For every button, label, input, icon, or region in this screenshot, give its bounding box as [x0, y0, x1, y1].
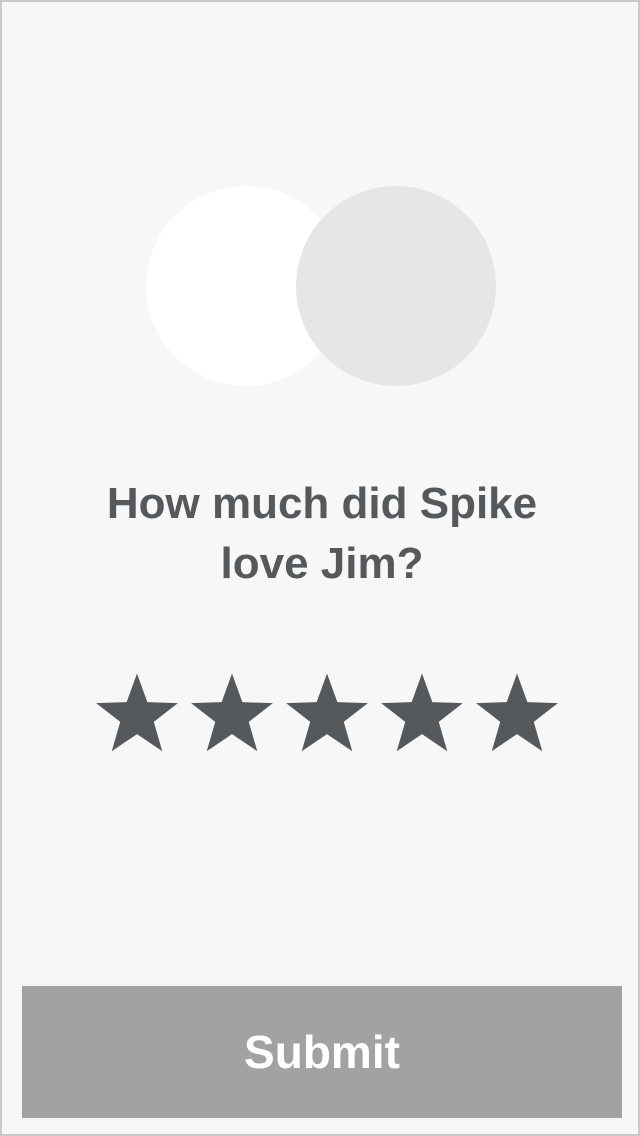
star-2-star-icon[interactable]: [189, 670, 275, 756]
avatar-jim: [296, 186, 496, 386]
rating-screen: How much did Spike love Jim? Submit: [0, 0, 640, 1136]
rating-question: How much did Spike love Jim?: [62, 474, 582, 594]
star-3-star-icon[interactable]: [284, 670, 370, 756]
star-1-star-icon[interactable]: [94, 670, 180, 756]
star-5-star-icon[interactable]: [474, 670, 560, 756]
question-line-2: love Jim?: [220, 539, 424, 588]
avatar-pair: [2, 2, 638, 422]
star-rating: [2, 670, 638, 756]
submit-button[interactable]: Submit: [22, 986, 622, 1118]
star-4-star-icon[interactable]: [379, 670, 465, 756]
question-line-1: How much did Spike: [106, 479, 538, 528]
